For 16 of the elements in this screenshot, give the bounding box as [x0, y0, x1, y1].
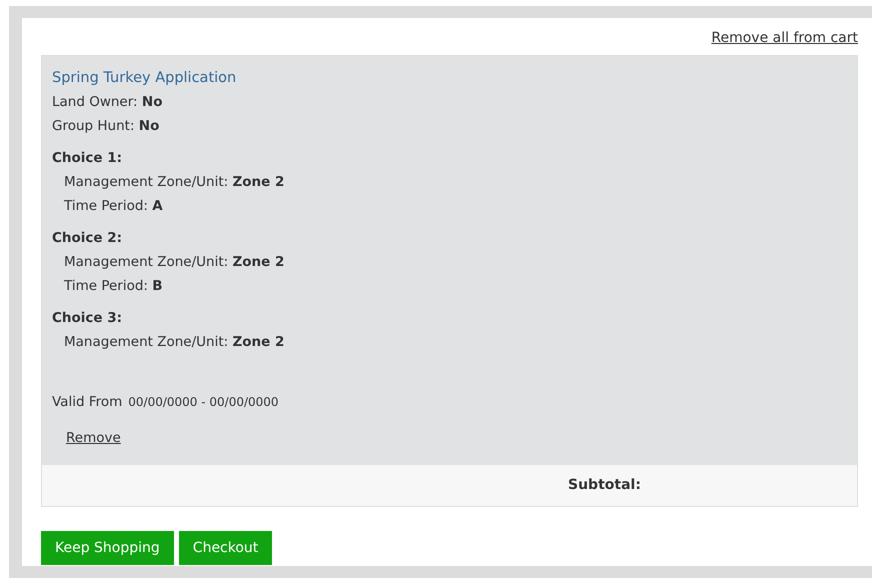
choice-heading: Choice 3: — [52, 309, 124, 328]
detail-text: Land Owner: No — [52, 93, 164, 112]
choice-detail: Management Zone/Unit: Zone 2 — [63, 333, 286, 352]
subtotal-label: Subtotal: — [568, 476, 641, 495]
remove-link[interactable]: Remove — [66, 430, 121, 446]
choice-detail: Management Zone/Unit: Zone 2 — [63, 253, 286, 272]
valid-label: Valid From — [52, 393, 122, 412]
item-title: Spring Turkey Application — [52, 69, 238, 88]
choice-detail: Management Zone/Unit: Zone 2 — [63, 173, 286, 192]
choice-heading: Choice 1: — [52, 149, 124, 168]
choice-detail: Time Period: B — [63, 277, 164, 296]
valid-dates: 00/00/0000 - 00/00/0000 — [128, 394, 279, 411]
choice-detail: Time Period: A — [63, 197, 164, 216]
choice-heading: Choice 2: — [52, 229, 124, 248]
detail-text: Group Hunt: No — [52, 117, 160, 136]
remove-all-link[interactable]: Remove all from cart — [711, 28, 858, 49]
